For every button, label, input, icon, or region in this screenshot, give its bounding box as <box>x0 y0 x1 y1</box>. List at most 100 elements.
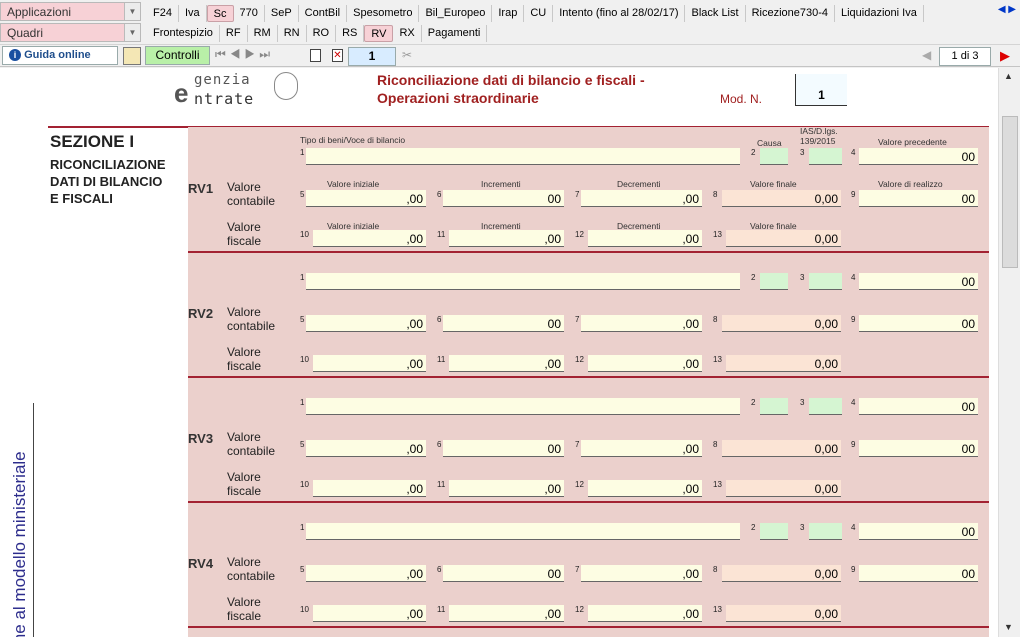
field-number: 13 <box>713 605 722 614</box>
causa-field[interactable] <box>760 148 788 165</box>
tipo-field[interactable] <box>306 148 740 165</box>
mod-number-field[interactable]: 1 <box>795 74 847 106</box>
tab-sc[interactable]: Sc <box>206 5 234 22</box>
valore-precedente-field[interactable]: 00 <box>859 273 978 290</box>
next-page-icon[interactable]: ▶ <box>1000 48 1010 64</box>
delete-page-icon[interactable]: ✕ <box>332 49 343 62</box>
tipo-field[interactable] <box>306 398 740 415</box>
valore-contabile-field[interactable]: 0,00 <box>722 565 841 582</box>
tab-irap[interactable]: Irap <box>492 5 525 22</box>
guida-online-button[interactable]: i Guida online <box>2 46 118 65</box>
valore-contabile-field[interactable]: ,00 <box>581 565 702 582</box>
valore-contabile-field[interactable]: ,00 <box>306 440 426 457</box>
tab-ro[interactable]: RO <box>307 25 337 42</box>
tools-icon[interactable]: ✂ <box>402 48 412 62</box>
tipo-field[interactable] <box>306 273 740 290</box>
tab-ricezione730-4[interactable]: Ricezione730-4 <box>746 5 835 22</box>
tab-iva[interactable]: Iva <box>179 5 207 22</box>
tab-black-list[interactable]: Black List <box>685 5 746 22</box>
valore-fiscale-field[interactable]: 0,00 <box>726 355 841 372</box>
valore-fiscale-field[interactable]: ,00 <box>449 480 564 497</box>
valore-fiscale-field[interactable]: ,00 <box>313 605 426 622</box>
valore-contabile-field[interactable]: ,00 <box>306 565 426 582</box>
valore-fiscale-field[interactable]: 0,00 <box>726 230 841 247</box>
agenzia-logo: genzia e ntrate <box>174 70 302 108</box>
valore-contabile-field[interactable]: 00 <box>859 190 978 207</box>
tab-sep[interactable]: SeP <box>265 5 299 22</box>
prev-page-icon[interactable]: ◀ <box>922 48 931 62</box>
valore-fiscale-field[interactable]: ,00 <box>588 355 702 372</box>
valore-fiscale-field[interactable]: ,00 <box>588 480 702 497</box>
page-input[interactable]: 1 <box>348 47 396 66</box>
valore-fiscale-field[interactable]: ,00 <box>449 355 564 372</box>
scroll-thumb[interactable] <box>1002 116 1018 268</box>
applicazioni-select[interactable]: Applicazioni ▼ <box>0 2 141 21</box>
new-page-icon[interactable] <box>310 49 321 62</box>
scroll-down-icon[interactable]: ▼ <box>1004 622 1013 632</box>
scroll-up-icon[interactable]: ▲ <box>1004 71 1013 81</box>
tab-intento-fino-al-28-02-17-[interactable]: Intento (fino al 28/02/17) <box>553 5 686 22</box>
valore-fiscale-field[interactable]: 0,00 <box>726 480 841 497</box>
valore-contabile-field[interactable]: 00 <box>859 440 978 457</box>
tab-f24[interactable]: F24 <box>147 5 179 22</box>
tab-rx[interactable]: RX <box>393 25 422 42</box>
tab-770[interactable]: 770 <box>234 5 265 22</box>
vertical-scrollbar[interactable]: ▲ ▼ <box>998 68 1020 637</box>
navigation-arrows[interactable]: ⏮◀▶⏭ <box>215 47 274 62</box>
valore-fiscale-field[interactable]: ,00 <box>449 230 564 247</box>
valore-contabile-field[interactable]: 00 <box>443 565 564 582</box>
valore-contabile-field[interactable]: 0,00 <box>722 315 841 332</box>
valore-fiscale-field[interactable]: ,00 <box>313 230 426 247</box>
valore-precedente-field[interactable]: 00 <box>859 148 978 165</box>
valore-contabile-field[interactable]: 00 <box>443 190 564 207</box>
tab-bil-europeo[interactable]: Bil_Europeo <box>419 5 493 22</box>
valore-fiscale-field[interactable]: 0,00 <box>726 605 841 622</box>
valore-contabile-field[interactable]: 00 <box>859 565 978 582</box>
valore-contabile-field[interactable]: ,00 <box>581 440 702 457</box>
ias-field[interactable] <box>809 398 842 415</box>
tab-spesometro[interactable]: Spesometro <box>347 5 420 22</box>
valore-contabile-field[interactable]: 00 <box>859 315 978 332</box>
valore-fiscale-field[interactable]: ,00 <box>313 480 426 497</box>
chevron-down-icon[interactable]: ▼ <box>124 3 140 20</box>
valore-contabile-field[interactable]: 0,00 <box>722 190 841 207</box>
tab-scroll-arrows[interactable]: ◀ ▶ <box>998 4 1016 15</box>
causa-field[interactable] <box>760 398 788 415</box>
valore-contabile-field[interactable]: 00 <box>443 440 564 457</box>
quadri-select[interactable]: Quadri ▼ <box>0 23 141 42</box>
valore-contabile-field[interactable]: ,00 <box>581 190 702 207</box>
tab-cu[interactable]: CU <box>524 5 554 22</box>
document-icon[interactable] <box>123 47 141 65</box>
valore-contabile-field[interactable]: ,00 <box>306 190 426 207</box>
causa-field[interactable] <box>760 523 788 540</box>
valore-contabile-field[interactable]: ,00 <box>581 315 702 332</box>
field-number: 6 <box>437 190 442 199</box>
ias-field[interactable] <box>809 148 842 165</box>
valore-fiscale-field[interactable]: ,00 <box>588 605 702 622</box>
tab-frontespizio[interactable]: Frontespizio <box>147 25 220 42</box>
valore-fiscale-field[interactable]: ,00 <box>449 605 564 622</box>
tab-rs[interactable]: RS <box>336 25 365 42</box>
valore-fiscale-field[interactable]: ,00 <box>588 230 702 247</box>
tab-liquidazioni-iva[interactable]: Liquidazioni Iva <box>835 5 924 22</box>
ias-field[interactable] <box>809 273 842 290</box>
ias-field[interactable] <box>809 523 842 540</box>
chevron-down-icon[interactable]: ▼ <box>124 24 140 41</box>
controlli-button[interactable]: Controlli <box>145 46 210 65</box>
causa-field[interactable] <box>760 273 788 290</box>
tab-rn[interactable]: RN <box>278 25 307 42</box>
tab-contbil[interactable]: ContBil <box>299 5 348 22</box>
valore-contabile-field[interactable]: ,00 <box>306 315 426 332</box>
valore-precedente-field[interactable]: 00 <box>859 398 978 415</box>
tipo-field[interactable] <box>306 523 740 540</box>
tab-rf[interactable]: RF <box>220 25 248 42</box>
tab-pagamenti[interactable]: Pagamenti <box>422 25 488 42</box>
valore-contabile-field[interactable]: 00 <box>443 315 564 332</box>
valore-fiscale-field[interactable]: ,00 <box>313 355 426 372</box>
valore-contabile-field[interactable]: 0,00 <box>722 440 841 457</box>
tab-rm[interactable]: RM <box>248 25 278 42</box>
valore-precedente-field[interactable]: 00 <box>859 523 978 540</box>
tab-rv[interactable]: RV <box>364 25 394 42</box>
field-number: 3 <box>800 273 805 282</box>
row-label-rv1: RV1 <box>188 181 214 196</box>
